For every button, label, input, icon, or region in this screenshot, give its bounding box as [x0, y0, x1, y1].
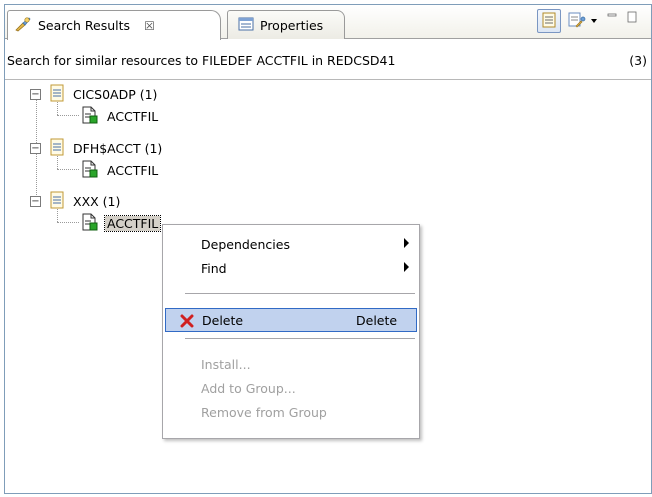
group-icon [49, 191, 65, 212]
search-results-icon [14, 16, 32, 35]
search-history-icon [568, 12, 586, 31]
group-label: XXX (1) [73, 193, 121, 209]
group-icon [49, 84, 65, 105]
tab-properties-label: Properties [260, 17, 324, 33]
collapse-icon[interactable]: − [30, 196, 41, 207]
tab-search-results[interactable]: Search Results ☒ [7, 10, 221, 40]
tree-group-item[interactable]: DFH$ACCT (1) [49, 137, 162, 159]
menu-item-add-to-group[interactable]: Add to Group... [165, 376, 417, 400]
submenu-arrow-icon [404, 238, 409, 248]
resource-label: ACCTFIL [107, 162, 159, 178]
tree-resource-item[interactable]: ACCTFIL [81, 159, 158, 181]
collapse-icon[interactable]: − [30, 143, 41, 154]
menu-item-accelerator: Delete [356, 312, 398, 328]
tree-resource-item-selected[interactable]: ACCTFIL [81, 212, 162, 234]
menu-item-label: Dependencies [201, 236, 290, 252]
context-menu: Dependencies Find Delete Delete Install.… [162, 224, 420, 439]
tab-properties[interactable]: Properties [227, 10, 345, 39]
menu-separator [185, 293, 415, 294]
tree-group-item[interactable]: XXX (1) [49, 190, 120, 212]
menu-item-label: Install... [201, 356, 251, 372]
collapse-icon[interactable]: − [30, 89, 41, 100]
tree-group-item[interactable]: CICS0ADP (1) [49, 83, 157, 105]
dropdown-arrow-icon[interactable] [591, 19, 597, 23]
group-label: DFH$ACCT (1) [73, 140, 163, 156]
view-tab-bar: Search Results ☒ Properties [5, 5, 651, 40]
menu-item-remove-from-group[interactable]: Remove from Group [165, 400, 417, 424]
search-description: Search for similar resources to FILEDEF … [7, 53, 396, 68]
search-history-button[interactable] [565, 9, 589, 33]
tree-resource-item[interactable]: ACCTFIL [81, 105, 158, 127]
properties-icon [238, 17, 254, 34]
result-count: (3) [629, 53, 647, 68]
file-definition-icon [81, 106, 99, 127]
delete-icon [180, 314, 194, 331]
tree-connector [57, 115, 79, 116]
file-definition-icon [81, 213, 99, 234]
menu-item-install[interactable]: Install... [165, 352, 417, 376]
menu-item-dependencies[interactable]: Dependencies [165, 232, 417, 256]
menu-item-label: Find [201, 260, 227, 276]
minimize-icon[interactable] [607, 11, 617, 24]
menu-item-label: Add to Group... [201, 380, 296, 396]
submenu-arrow-icon [404, 262, 409, 272]
group-icon [49, 138, 65, 159]
resource-label: ACCTFIL [103, 214, 162, 232]
menu-item-delete[interactable]: Delete Delete [165, 308, 417, 332]
file-definition-icon [81, 160, 99, 181]
search-description-row: Search for similar resources to FILEDEF … [5, 53, 651, 73]
tab-search-results-label: Search Results [38, 18, 131, 33]
tree-connector [57, 169, 79, 170]
menu-item-label: Delete [202, 312, 244, 328]
list-view-icon [541, 12, 557, 31]
menu-separator [185, 338, 415, 339]
menu-item-find[interactable]: Find [165, 256, 417, 280]
menu-item-label: Remove from Group [201, 404, 327, 420]
maximize-icon[interactable] [627, 11, 637, 26]
group-label: CICS0ADP (1) [73, 86, 158, 102]
close-tab-icon[interactable]: ☒ [144, 19, 155, 33]
show-as-list-button[interactable] [537, 9, 561, 33]
tree-connector [57, 222, 79, 223]
resource-label: ACCTFIL [107, 108, 159, 124]
